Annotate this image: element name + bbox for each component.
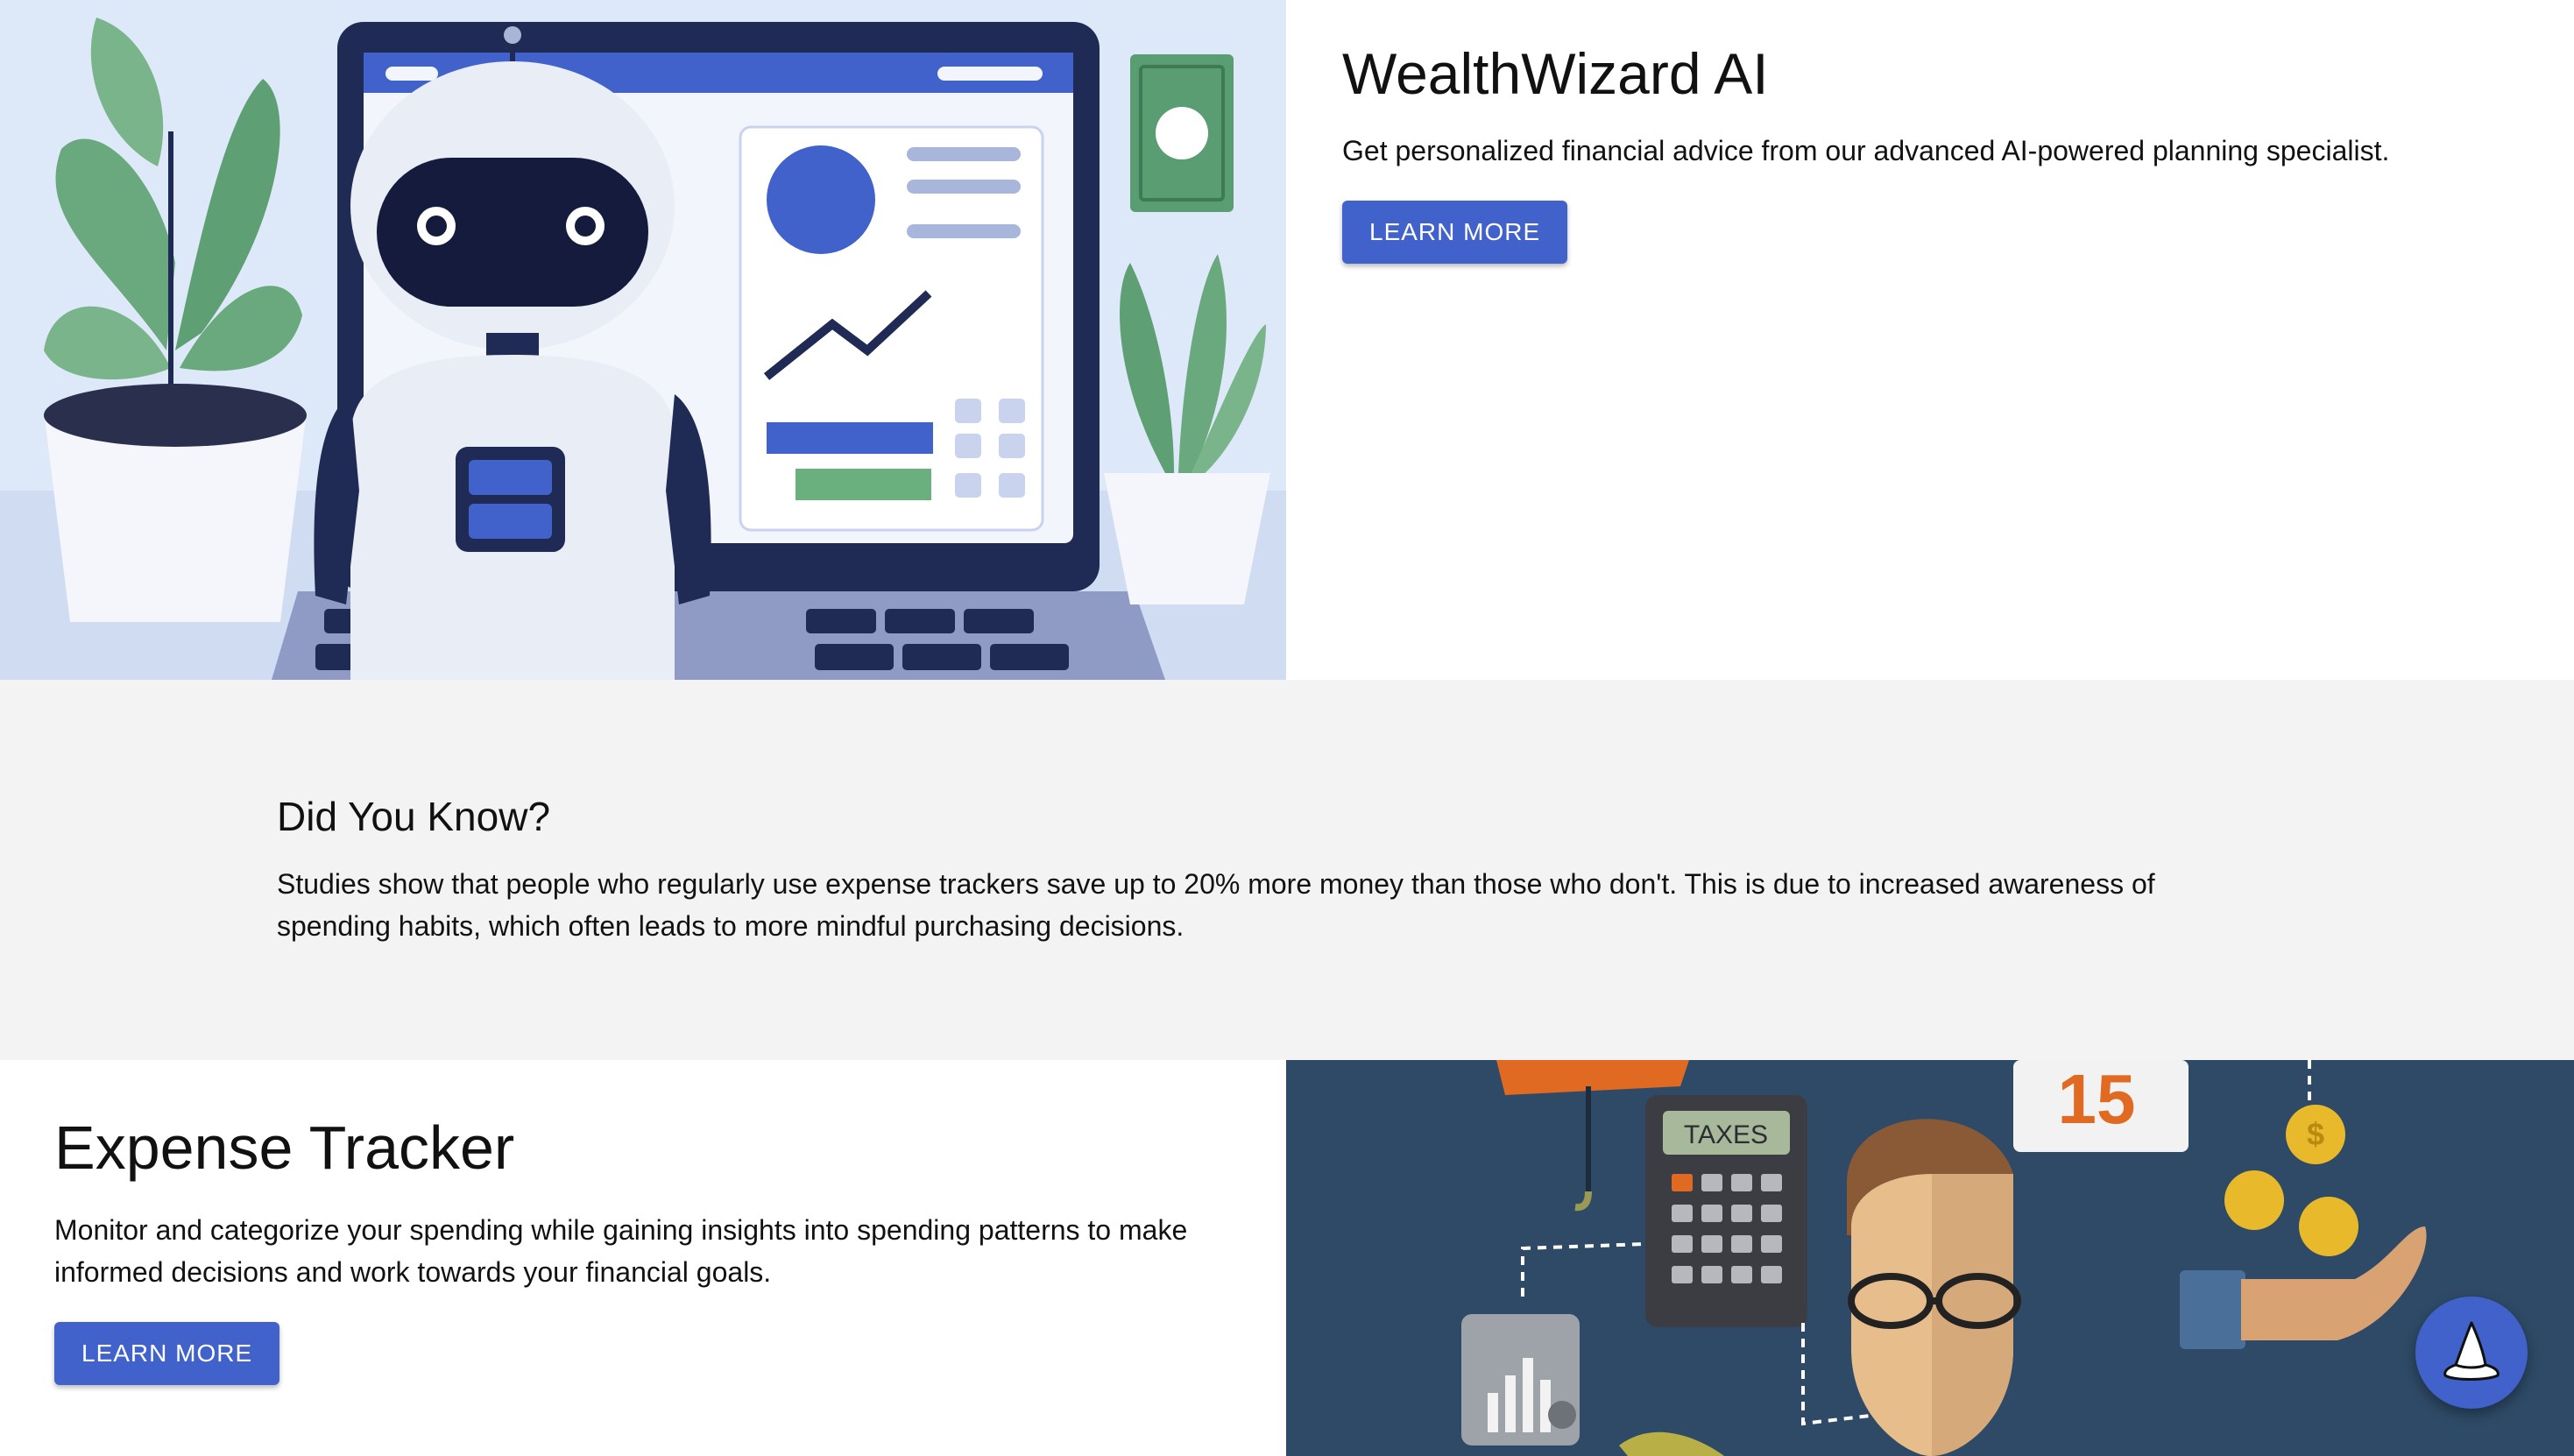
expense-tracker-learn-more-button[interactable]: LEARN MORE [54, 1322, 280, 1385]
robot-laptop-image [0, 0, 1286, 680]
wizard-hat-icon [2443, 1321, 2500, 1381]
robot-advisor-illustration [0, 0, 1286, 680]
calendar-day-text: 15 [2058, 1060, 2136, 1138]
businessman [1847, 1119, 2021, 1456]
wealthwizard-content: WealthWizard AI Get personalized financi… [1286, 0, 2574, 680]
expense-tracker-section: Expense Tracker Monitor and categorize y… [0, 1060, 2574, 1456]
expense-tracker-content: Expense Tracker Monitor and categorize y… [0, 1060, 1286, 1456]
money-bill [1130, 54, 1234, 212]
did-you-know-heading: Did You Know? [277, 794, 551, 839]
assistant-fab-button[interactable] [2415, 1297, 2528, 1409]
wealthwizard-title: WealthWizard AI [1342, 41, 1769, 106]
did-you-know-body: Studies show that people who regularly u… [277, 868, 2155, 942]
wealthwizard-section: WealthWizard AI Get personalized financi… [0, 0, 2574, 680]
wealthwizard-learn-more-button[interactable]: LEARN MORE [1342, 201, 1568, 264]
wealthwizard-description: Get personalized financial advice from o… [1342, 135, 2390, 166]
expense-tracker-description: Monitor and categorize your spending whi… [54, 1214, 1188, 1288]
calendar: 15 [2013, 1060, 2189, 1152]
calculator: TAXES [1645, 1095, 1807, 1327]
did-you-know-section: Did You Know? Studies show that people w… [0, 680, 2574, 1060]
tax-finance-illustration: TAXES 15 $ [1286, 1060, 2574, 1456]
taxes-man-image: TAXES 15 $ [1286, 1060, 2574, 1456]
calculator-display-text: TAXES [1684, 1120, 1768, 1149]
bar-chart-card [1461, 1314, 1580, 1445]
expense-tracker-title: Expense Tracker [54, 1113, 515, 1182]
coin-symbol: $ [2307, 1116, 2324, 1152]
